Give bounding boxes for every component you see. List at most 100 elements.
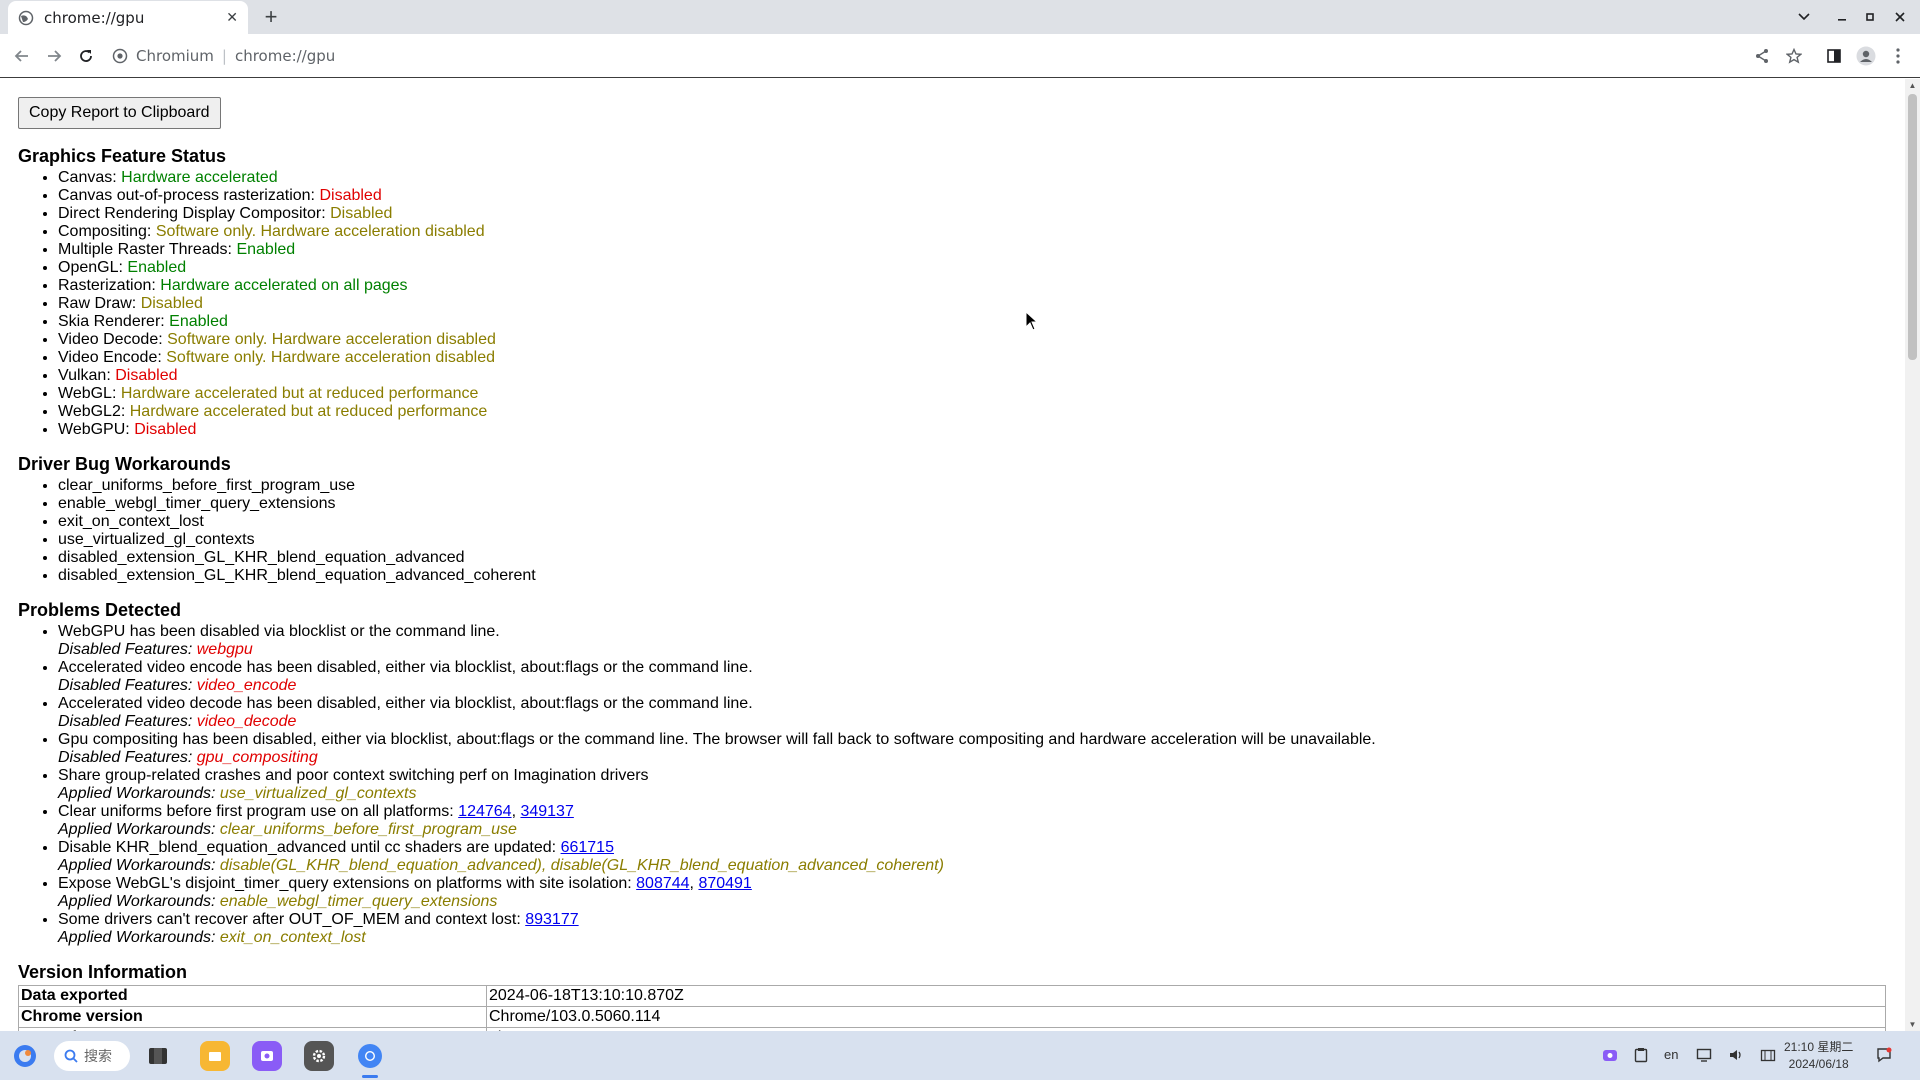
problem-sub-line: Disabled Features: gpu_compositing: [58, 749, 318, 766]
problem-sub-label: Applied Workarounds:: [58, 857, 216, 874]
app-store-icon[interactable]: [252, 1041, 282, 1071]
feature-name: Vulkan:: [58, 367, 111, 384]
problem-sub-label: Applied Workarounds:: [58, 821, 216, 838]
omnibox-site-label: Chromium: [136, 47, 214, 65]
scroll-up-icon[interactable]: ▲: [1908, 81, 1917, 90]
feature-name: Video Encode:: [58, 349, 162, 366]
menu-kebab-icon[interactable]: [1886, 44, 1910, 68]
version-key: Chrome version: [18, 1006, 487, 1028]
maximize-icon[interactable]: [1860, 6, 1880, 28]
feature-name: WebGL:: [58, 385, 117, 402]
omnibox[interactable]: Chromium | chrome://gpu: [112, 40, 335, 72]
feature-value: Disabled: [115, 367, 178, 384]
problem-sub-value: video_decode: [196, 713, 297, 730]
notification-center-icon[interactable]: [1876, 1047, 1892, 1066]
problem-text: Gpu compositing has been disabled, eithe…: [58, 731, 1376, 748]
problem-sub-line: Disabled Features: video_decode: [58, 713, 296, 730]
version-info-table: Data exported 2024-06-18T13:10:10.870Z Chr…: [18, 985, 1886, 1031]
profile-avatar-icon[interactable]: [1854, 44, 1878, 68]
problem-sub-line: Applied Workarounds: clear_uniforms_befo…: [58, 821, 517, 838]
copy-report-button[interactable]: Copy Report to Clipboard: [18, 97, 221, 129]
feature-status-item: Compositing: Software only. Hardware acc…: [58, 223, 1887, 241]
taskbar-search[interactable]: 搜索: [54, 1041, 130, 1071]
omnibox-url[interactable]: chrome://gpu: [235, 47, 335, 65]
problem-text: Accelerated video encode has been disabl…: [58, 659, 753, 676]
feature-name: Multiple Raster Threads:: [58, 241, 232, 258]
chromium-taskbar-icon[interactable]: [355, 1041, 385, 1071]
feature-status-item: Canvas: Hardware accelerated: [58, 169, 1887, 187]
problems-heading: Problems Detected: [18, 600, 182, 620]
problem-sub-label: Applied Workarounds:: [58, 893, 216, 910]
tab-search-chevron-icon[interactable]: [1794, 6, 1814, 28]
settings-gear-icon[interactable]: [304, 1041, 334, 1071]
gpu-page-content: Copy Report to Clipboard Graphics Featur…: [0, 79, 1905, 1031]
feature-value: Software only. Hardware acceleration dis…: [166, 349, 496, 366]
bug-link[interactable]: 661715: [561, 839, 614, 856]
feature-name: Canvas:: [58, 169, 117, 186]
input-language-label[interactable]: en: [1664, 1047, 1678, 1062]
problem-text: Accelerated video decode has been disabl…: [58, 695, 753, 712]
scroll-down-icon[interactable]: ▼: [1908, 1020, 1917, 1029]
problem-item: Disable KHR_blend_equation_advanced unti…: [58, 839, 1887, 875]
problem-sub-value: webgpu: [196, 641, 253, 658]
version-row: Data exported 2024-06-18T13:10:10.870Z: [18, 985, 1886, 1007]
feature-value: Disabled: [140, 295, 203, 312]
mouse-cursor-icon: [1025, 310, 1039, 336]
problem-sub-line: Disabled Features: video_encode: [58, 677, 296, 694]
bug-link[interactable]: 349137: [520, 803, 573, 820]
close-window-icon[interactable]: [1890, 6, 1910, 28]
bug-link[interactable]: 870491: [698, 875, 751, 892]
feature-name: Skia Renderer:: [58, 313, 165, 330]
bug-link[interactable]: 893177: [525, 911, 578, 928]
bug-link[interactable]: 808744: [636, 875, 689, 892]
feature-name: Compositing:: [58, 223, 152, 240]
feature-name: OpenGL:: [58, 259, 123, 276]
problem-item: WebGPU has been disabled via blocklist o…: [58, 623, 1887, 659]
forward-arrow-icon[interactable]: [42, 44, 66, 68]
taskbar-clock[interactable]: 21:10 星期二 2024/06/18: [1784, 1039, 1853, 1073]
omnibox-separator: |: [221, 47, 227, 65]
close-tab-icon[interactable]: ✕: [226, 9, 238, 26]
feature-status-item: Video Decode: Software only. Hardware ac…: [58, 331, 1887, 349]
workaround-item: disabled_extension_GL_KHR_blend_equation…: [58, 567, 1887, 585]
minimize-icon[interactable]: [1832, 6, 1852, 28]
clipboard-tray-icon[interactable]: [1634, 1047, 1648, 1066]
problem-item: Accelerated video encode has been disabl…: [58, 659, 1887, 695]
feature-name: WebGL2:: [58, 403, 126, 420]
network-tray-icon[interactable]: [1696, 1047, 1712, 1066]
back-arrow-icon[interactable]: [10, 44, 34, 68]
feature-status-item: Skia Renderer: Enabled: [58, 313, 1887, 331]
screenshot-tray-icon[interactable]: [1602, 1047, 1618, 1066]
problem-item: Gpu compositing has been disabled, eithe…: [58, 731, 1887, 767]
keyboard-tray-icon[interactable]: [1760, 1047, 1776, 1066]
new-tab-button[interactable]: +: [258, 4, 284, 30]
share-icon[interactable]: [1750, 44, 1774, 68]
problem-item: Accelerated video decode has been disabl…: [58, 695, 1887, 731]
feature-name: WebGPU:: [58, 421, 130, 438]
multitask-view-icon[interactable]: [143, 1041, 173, 1071]
file-manager-icon[interactable]: [200, 1041, 230, 1071]
scrollbar-thumb[interactable]: [1908, 94, 1917, 360]
tab-active[interactable]: chrome://gpu ✕: [8, 1, 248, 34]
start-menu-icon[interactable]: [10, 1041, 40, 1071]
feature-value: Disabled: [319, 187, 382, 204]
side-panel-icon[interactable]: [1822, 44, 1846, 68]
workarounds-heading: Driver Bug Workarounds: [18, 454, 231, 474]
reload-icon[interactable]: [74, 44, 98, 68]
problem-sub-value: enable_webgl_timer_query_extensions: [219, 893, 498, 910]
problem-sub-value: disable(GL_KHR_blend_equation_advanced),…: [219, 857, 944, 874]
page-scrollbar[interactable]: ▲ ▼: [1905, 79, 1920, 1031]
feature-value: Hardware accelerated but at reduced perf…: [129, 403, 488, 420]
feature-name: Video Decode:: [58, 331, 163, 348]
version-key: Data exported: [18, 985, 487, 1007]
volume-tray-icon[interactable]: [1728, 1047, 1744, 1066]
problem-text: Clear uniforms before first program use …: [58, 803, 454, 820]
bug-link[interactable]: 124764: [458, 803, 511, 820]
feature-name: Canvas out-of-process rasterization:: [58, 187, 315, 204]
tab-strip: chrome://gpu ✕ +: [0, 0, 1920, 34]
feature-status-item: Canvas out-of-process rasterization: Dis…: [58, 187, 1887, 205]
feature-value: Hardware accelerated: [121, 169, 278, 186]
bookmark-star-icon[interactable]: [1782, 44, 1806, 68]
problem-text: WebGPU has been disabled via blocklist o…: [58, 623, 500, 640]
feature-status-item: Video Encode: Software only. Hardware ac…: [58, 349, 1887, 367]
